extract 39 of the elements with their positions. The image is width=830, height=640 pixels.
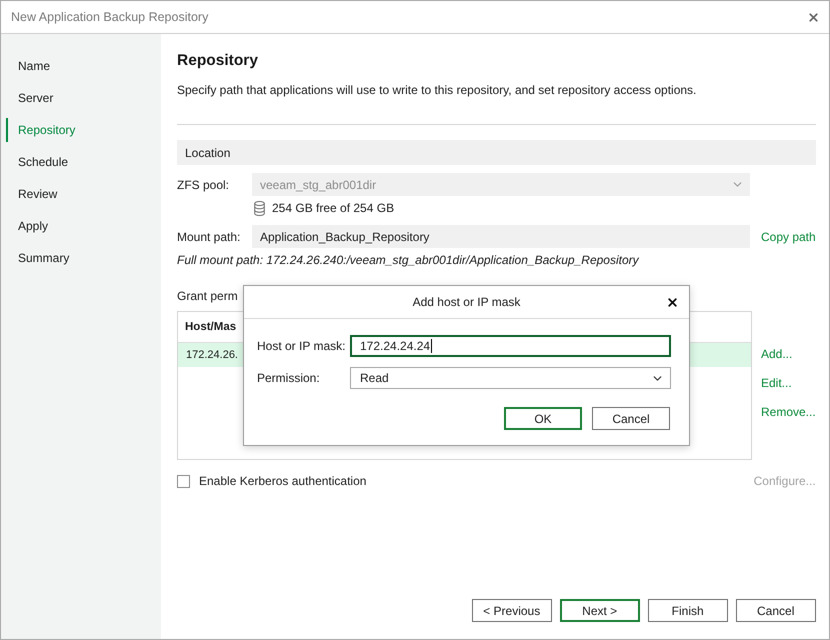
checkbox-label: Enable Kerberos authentication (199, 473, 366, 489)
wizard-step[interactable]: Apply (6, 214, 156, 238)
wizard-button[interactable]: < Previous (472, 599, 552, 622)
full-mount-path: Full mount path: 172.24.26.240:/veeam_stg_abr001dir/Application_Backup_Repository (177, 252, 640, 268)
wizard-button[interactable]: Finish (648, 599, 728, 622)
permission-dropdown[interactable]: Read (350, 367, 671, 389)
mount-path-field[interactable]: Application_Backup_Repository (252, 225, 750, 248)
column-header: Host/Mas (185, 320, 236, 335)
wizard-step[interactable]: Schedule (6, 150, 156, 174)
dialog-button[interactable]: Cancel (592, 407, 670, 430)
database-icon (254, 200, 265, 216)
field-label: ZFS pool: (177, 176, 230, 192)
wizard-step[interactable]: Review (6, 182, 156, 206)
free-space-text: 254 GB free of 254 GB (272, 200, 394, 216)
host-mask-input[interactable]: 172.24.24.24 (350, 335, 671, 357)
action-link[interactable]: Remove... (761, 404, 816, 420)
window-title: New Application Backup Repository (11, 9, 208, 25)
section-header: Location (177, 140, 816, 165)
field-label: Mount path: (177, 228, 242, 244)
copy-path-link[interactable]: Copy path (760, 228, 816, 244)
grant-permissions-label: Grant perm (177, 288, 238, 304)
wizard-step[interactable]: Repository (6, 118, 156, 142)
action-link[interactable]: Add... (761, 346, 792, 362)
wizard-step[interactable]: Name (6, 54, 156, 78)
action-link[interactable]: Edit... (761, 375, 792, 391)
text-cursor-icon (431, 339, 432, 353)
dialog-title: Add host or IP mask (412, 294, 520, 310)
wizard-step[interactable]: Summary (6, 246, 156, 270)
field-label: Host or IP mask: (257, 338, 346, 354)
wizard-step[interactable]: Server (6, 86, 156, 110)
kerberos-checkbox[interactable] (177, 474, 190, 488)
wizard-button[interactable]: Next > (560, 599, 640, 622)
table-cell-text: 172.24.26. (186, 348, 238, 363)
wizard-button[interactable]: Cancel (736, 599, 816, 622)
close-icon[interactable] (666, 296, 679, 309)
page-heading: Repository (177, 51, 259, 71)
dialog-button[interactable]: OK (504, 407, 582, 430)
page-description: Specify path that applications will use to write to this repository, and set repository access options. (177, 82, 698, 98)
field-label: Permission: (257, 370, 321, 386)
